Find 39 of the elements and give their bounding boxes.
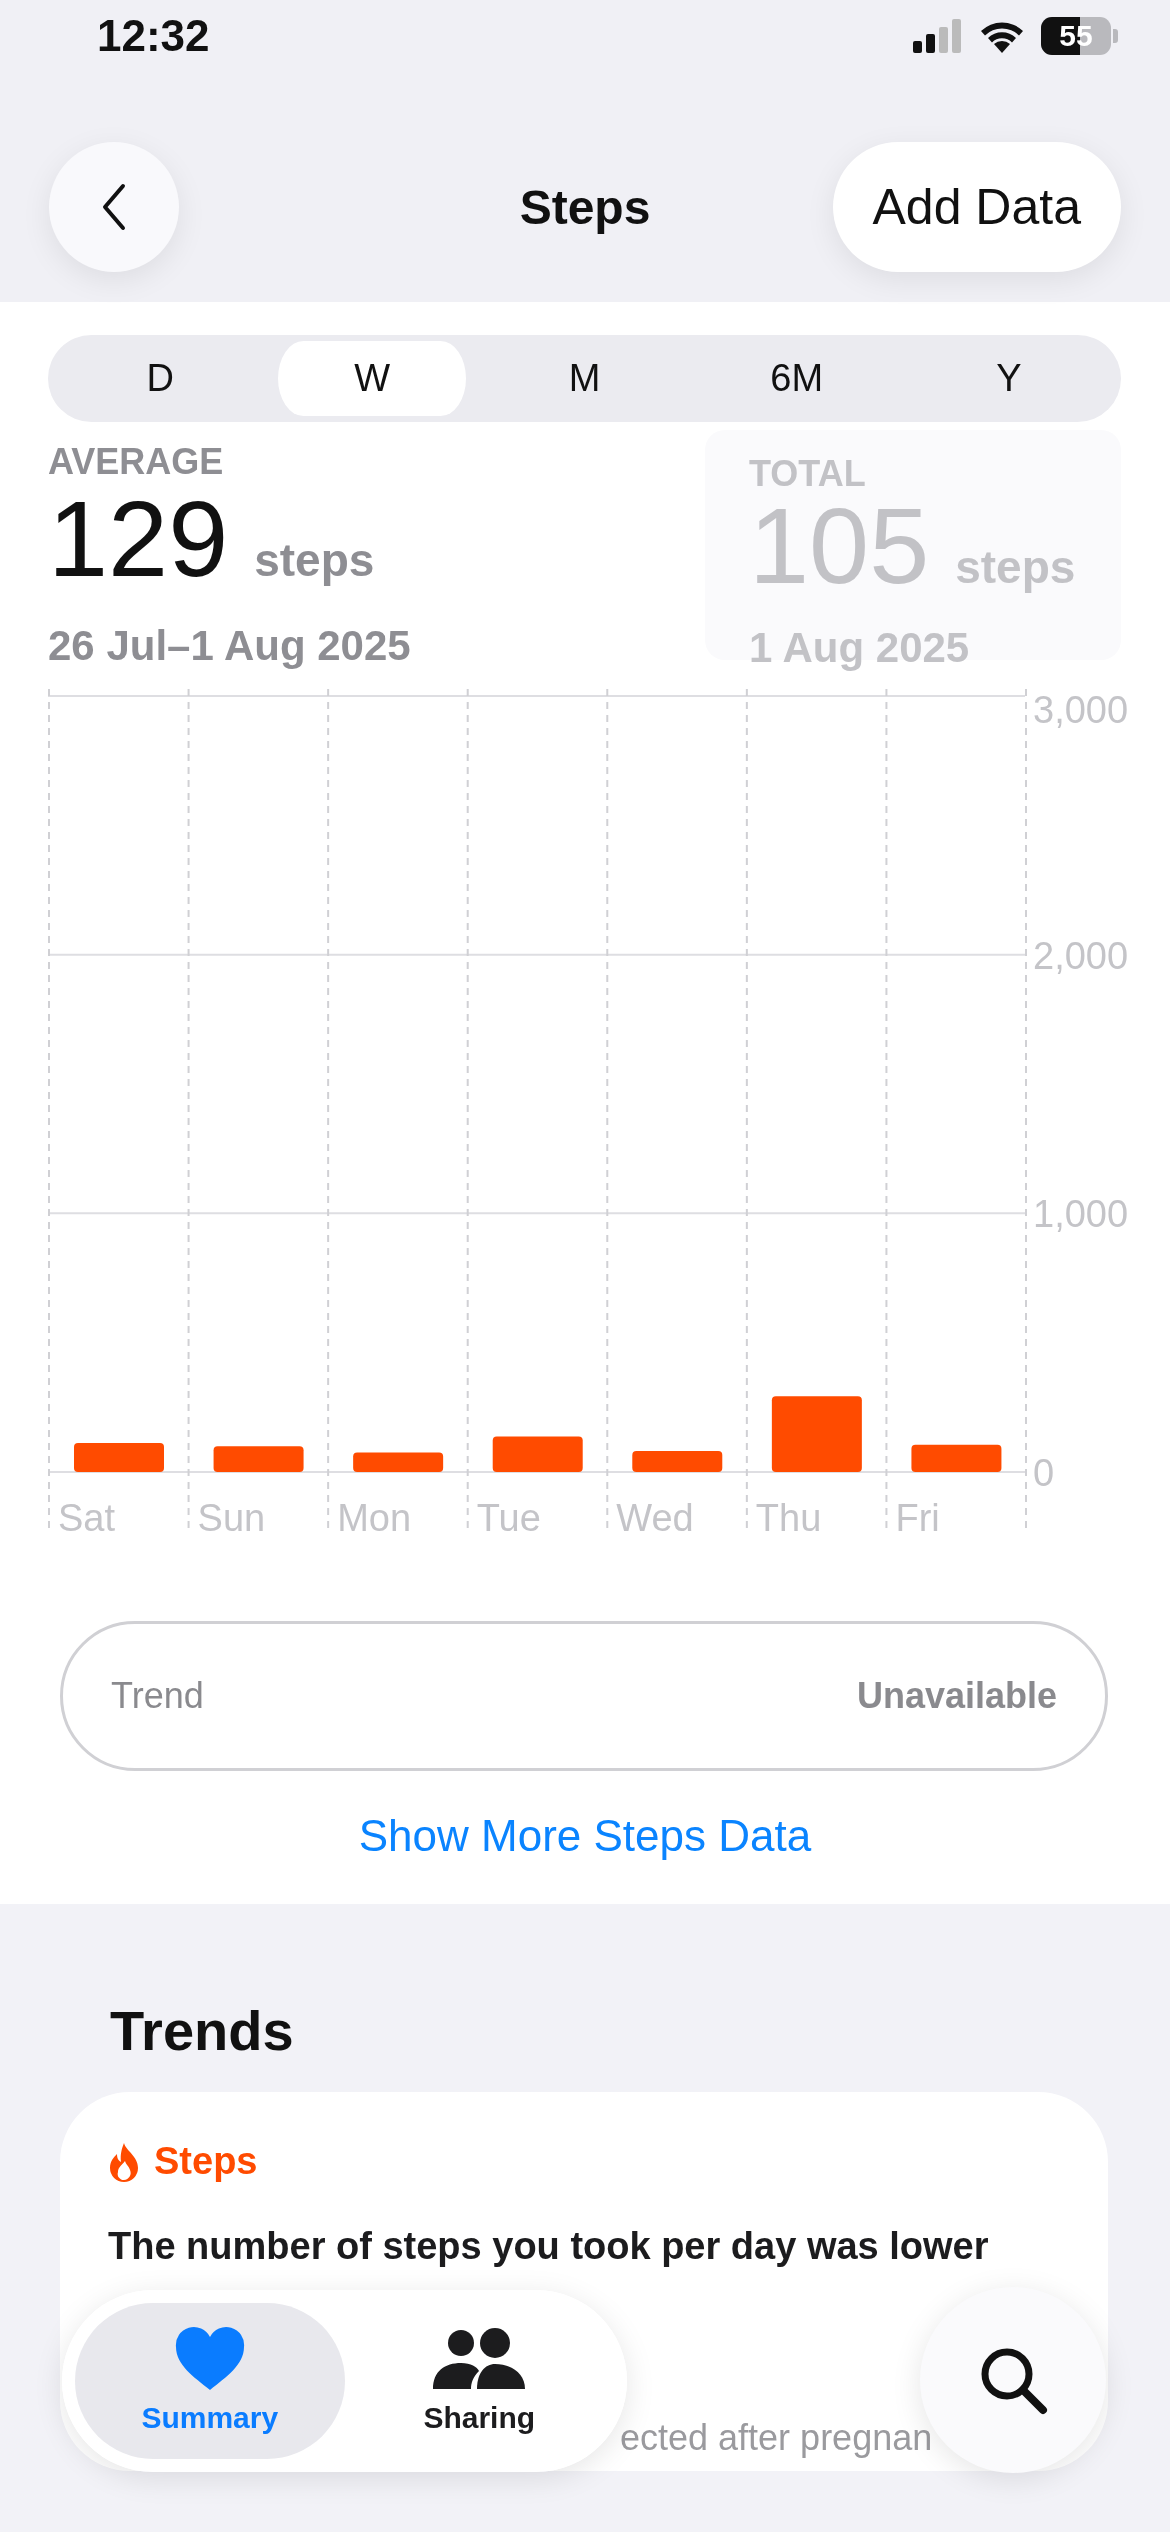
range-tab[interactable]: M — [478, 341, 691, 416]
axis-label: 1,000 — [1033, 1193, 1129, 1236]
card-category: Steps — [154, 2140, 258, 2183]
people-icon — [431, 2327, 528, 2391]
date-range: 26 Jul–1 Aug 2025 — [48, 621, 411, 671]
axis-label: 0 — [1033, 1452, 1055, 1494]
axis-label: Sun — [197, 1497, 266, 1539]
axis-label: Tue — [476, 1497, 541, 1539]
trend-label: Trend — [111, 1675, 204, 1717]
axis-label: Wed — [616, 1497, 694, 1539]
selection-value: 105 — [749, 496, 930, 596]
card-text: The number of steps you took per day was lower — [108, 2224, 990, 2269]
page-title: Steps — [518, 179, 652, 235]
axis-label: Fri — [895, 1497, 940, 1539]
range-tab[interactable]: D — [54, 341, 267, 416]
stat-label: AVERAGE — [48, 440, 225, 484]
axis-label: Thu — [755, 1497, 822, 1539]
heart-icon — [173, 2327, 246, 2391]
axis-label: 3,000 — [1033, 689, 1129, 731]
add-data-button[interactable]: Add Data — [832, 142, 1121, 272]
flame-icon — [108, 2141, 140, 2182]
axis-label: 2,000 — [1033, 934, 1129, 977]
status-time: 12:32 — [97, 11, 210, 61]
selection-label: TOTAL — [749, 452, 867, 496]
section-title: Trends — [110, 1998, 295, 2064]
wifi-icon — [979, 19, 1025, 53]
range-tab[interactable]: 6M — [690, 341, 903, 416]
range-tab[interactable]: Y — [902, 341, 1115, 416]
axis-label: Mon — [337, 1497, 412, 1539]
selection-unit: steps — [955, 540, 1076, 595]
axis-label: Sat — [58, 1497, 116, 1539]
tab[interactable]: Sharing — [344, 2303, 614, 2459]
stat-unit: steps — [254, 533, 375, 588]
show-more-link[interactable]: Show More Steps Data — [358, 1811, 812, 1860]
card-note: ected after pregnan — [620, 2417, 933, 2459]
stat-value: 129 — [48, 484, 229, 594]
signal-icon — [913, 19, 963, 53]
trend-value: Unavailable — [856, 1675, 1057, 1717]
selection-date: 1 Aug 2025 — [749, 623, 971, 673]
